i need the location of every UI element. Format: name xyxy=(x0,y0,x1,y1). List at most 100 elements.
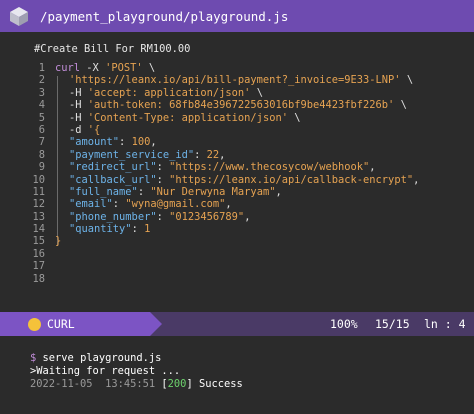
code-text: "quantity": 1 xyxy=(69,223,150,235)
status-bar: CURL 100% 15/15 ln : 4 xyxy=(0,312,474,336)
terminal-panel[interactable]: $ serve playground.js >Waiting for reque… xyxy=(0,336,474,414)
code-line: 14 "quantity": 1 xyxy=(0,223,474,235)
code-line: 16 xyxy=(0,248,474,260)
code-text: "callback_url": "https://leanx.io/api/ca… xyxy=(69,174,419,186)
line-number: 2 xyxy=(38,74,45,87)
code-token: \ xyxy=(394,99,407,112)
code-token: "https://www.thecosycow/webhook" xyxy=(169,161,370,174)
code-token: \ xyxy=(287,111,301,124)
line-number: 1 xyxy=(38,62,45,74)
code-text: -H 'Content-Type: application/json' \ xyxy=(69,112,300,124)
status-text: Success xyxy=(198,378,243,390)
code-text: 'https://leanx.io/api/bill-payment?_invo… xyxy=(69,74,413,86)
status-code: 200 xyxy=(167,378,187,390)
code-token: 'POST' xyxy=(105,62,143,74)
code-token: , xyxy=(150,136,157,149)
file-path: /payment_playground/playground.js xyxy=(40,8,289,24)
line-number: 12 xyxy=(32,198,45,211)
line-number: 10 xyxy=(32,173,45,186)
code-token: -d xyxy=(69,123,88,136)
code-token: , xyxy=(244,210,251,223)
code-token: 'https://leanx.io/api/bill-payment?_invo… xyxy=(69,74,401,87)
line-number: 14 xyxy=(32,223,45,236)
code-token: \ xyxy=(400,74,414,87)
code-text: "email": "wyna@gmail.com", xyxy=(69,198,232,210)
code-token: "amount" xyxy=(69,136,120,149)
terminal-command: serve playground.js xyxy=(42,352,162,364)
code-text: curl -X 'POST' \ xyxy=(55,62,155,74)
code-token: 1 xyxy=(144,223,151,236)
code-token: '{ xyxy=(87,123,101,136)
code-token: "Nur Derwyna Maryam" xyxy=(150,185,276,198)
code-line: 11 "full_name": "Nur Derwyna Maryam", xyxy=(0,186,474,198)
code-token: "redirect_url" xyxy=(69,161,157,174)
line-number: 9 xyxy=(38,161,45,174)
code-text: -d '{ xyxy=(69,124,100,136)
code-token: : xyxy=(156,161,170,174)
code-token: 'accept: application/json' xyxy=(87,86,251,99)
terminal-timestamp: 2022-11-05 13:45:51 xyxy=(30,378,156,390)
line-indicator: ln : 4 xyxy=(424,317,466,331)
code-token: "full_name" xyxy=(69,185,138,198)
code-line: 12 "email": "wyna@gmail.com", xyxy=(0,198,474,210)
terminal-prompt: $ xyxy=(30,352,37,364)
code-line: 1 curl -X 'POST' \ xyxy=(0,62,474,74)
code-token: \ xyxy=(250,86,263,99)
code-token: "https://leanx.io/api/callback-encrypt" xyxy=(169,173,414,186)
code-token: 'auth-token: 68fb84e396722563016bf9be442… xyxy=(87,99,395,112)
code-token: : xyxy=(112,198,126,211)
code-line: 10 "callback_url": "https://leanx.io/api/… xyxy=(0,174,474,186)
terminal-response-line: 2022-11-05 13:45:51 [200] Success xyxy=(30,378,243,390)
code-token: "wyna@gmail.com" xyxy=(125,198,226,211)
code-line: 15} xyxy=(0,235,474,247)
code-token: curl xyxy=(55,62,81,74)
cursor-position: 15/15 xyxy=(375,317,410,331)
code-token: : xyxy=(131,223,145,236)
language-label: CURL xyxy=(47,317,75,331)
mode-arrow xyxy=(150,312,162,336)
line-number: 7 xyxy=(38,136,45,149)
code-line: 7 "amount": 100, xyxy=(0,136,474,148)
code-text: "amount": 100, xyxy=(69,136,157,148)
code-line: 13 "phone_number": "0123456789", xyxy=(0,211,474,223)
line-number: 4 xyxy=(38,99,45,112)
line-number: 8 xyxy=(38,148,45,161)
code-token: -H xyxy=(69,86,88,99)
code-token: , xyxy=(369,161,376,174)
code-token: : xyxy=(156,173,170,186)
line-number: 11 xyxy=(32,185,45,198)
code-text: "redirect_url": "https://www.thecosycow/… xyxy=(69,161,376,173)
code-token: 100 xyxy=(131,136,151,149)
line-number: 5 xyxy=(38,111,45,124)
code-token: : xyxy=(194,148,207,161)
line-number: 16 xyxy=(32,247,45,260)
code-token: "phone_number" xyxy=(69,210,157,223)
code-token: , xyxy=(413,173,420,186)
title-bar: /payment_playground/playground.js xyxy=(0,0,474,32)
code-token: , xyxy=(219,148,226,161)
code-token: , xyxy=(225,198,232,211)
code-token: : xyxy=(137,185,151,198)
code-editor[interactable]: #Create Bill For RM100.00 1 curl -X 'POST… xyxy=(0,32,474,312)
code-line: 17 xyxy=(0,260,474,272)
code-token: , xyxy=(275,185,282,198)
code-line: 2 'https://leanx.io/api/bill-payment?_inv… xyxy=(0,74,474,86)
code-token: : xyxy=(119,136,132,149)
zoom-level[interactable]: 100% xyxy=(330,317,358,331)
line-number: 3 xyxy=(38,86,45,99)
line-number: 13 xyxy=(32,210,45,223)
code-line: 8 "payment_service_id": 22, xyxy=(0,149,474,161)
code-token: -X xyxy=(80,62,106,74)
line-number: 18 xyxy=(32,272,45,285)
code-token: "callback_url" xyxy=(69,173,157,186)
code-token: \ xyxy=(142,62,156,74)
line-number: 6 xyxy=(38,123,45,136)
code-text: -H 'auth-token: 68fb84e396722563016bf9be… xyxy=(69,99,407,111)
code-token: 'Content-Type: application/json' xyxy=(87,111,288,124)
language-mode[interactable]: CURL xyxy=(0,312,150,336)
code-line: 9 "redirect_url": "https://www.thecosycow… xyxy=(0,161,474,173)
code-token: -H xyxy=(69,111,88,124)
line-number: 17 xyxy=(32,260,45,273)
code-line: 5 -H 'Content-Type: application/json' \ xyxy=(0,112,474,124)
code-text: } xyxy=(55,235,61,247)
